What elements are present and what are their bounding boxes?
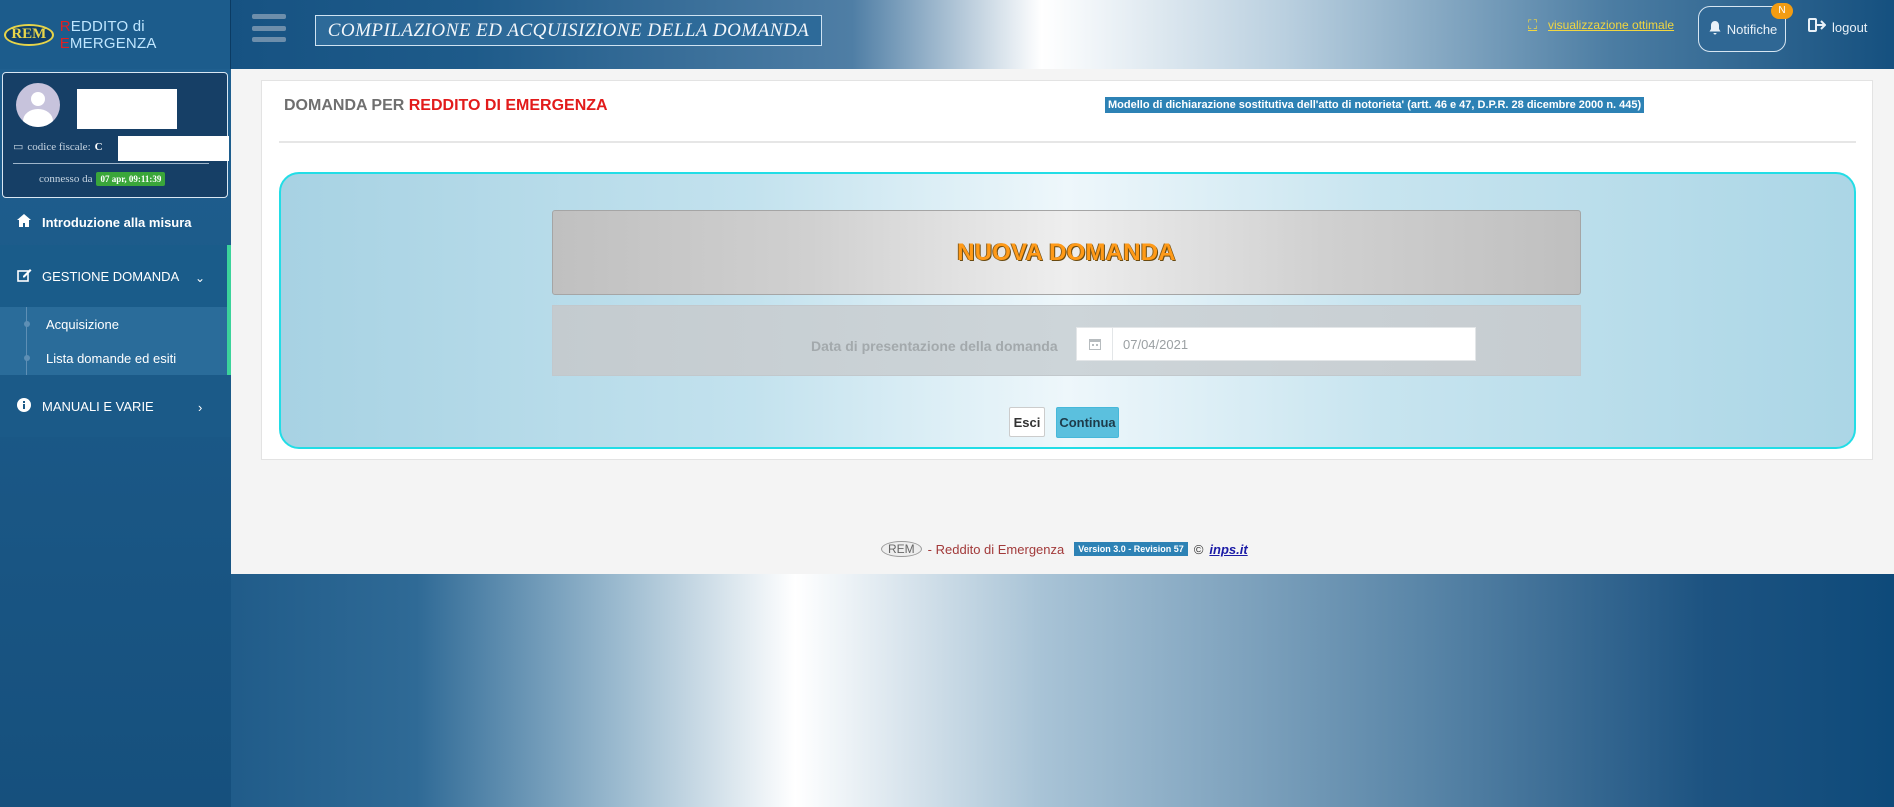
logout-icon <box>1808 17 1827 38</box>
continua-button[interactable]: Continua <box>1056 407 1119 438</box>
data-presentazione-field[interactable]: 07/04/2021 <box>1076 327 1476 361</box>
data-presentazione-label: Data di presentazione della domanda <box>811 338 1058 354</box>
brand-title: REDDITO di EMERGENZA <box>59 17 157 52</box>
brand[interactable]: REM REDDITO di EMERGENZA <box>0 0 231 69</box>
sidebar-item-manuali[interactable]: MANUALI E VARIE › <box>0 375 231 437</box>
sidebar-item-acquisizione[interactable]: Acquisizione <box>0 307 227 341</box>
footer-app-name: - Reddito di Emergenza <box>927 541 1065 557</box>
connected-since-row: connesso da 07 apr, 09:11:39 <box>39 172 166 186</box>
codice-fiscale-row: ▭ codice fiscale: C <box>13 140 103 154</box>
version-badge: Version 3.0 - Revision 57 <box>1074 542 1188 556</box>
info-icon <box>16 397 32 415</box>
user-name-redacted <box>77 89 177 129</box>
nuova-domanda-wizard: NUOVA DOMANDA Data di presentazione dell… <box>279 172 1856 449</box>
chevron-down-icon: ⌄ <box>195 271 206 285</box>
sidebar-item-introduzione[interactable]: Introduzione alla misura <box>0 199 231 245</box>
sidebar-item-gestione-domanda[interactable]: GESTIONE DOMANDA ⌄ <box>0 245 231 307</box>
avatar <box>16 83 60 127</box>
rem-logo: REM <box>4 23 54 46</box>
edit-icon <box>16 268 32 285</box>
chevron-right-icon: › <box>198 400 203 415</box>
domanda-title: DOMANDA PER REDDITO DI EMERGENZA <box>284 97 608 114</box>
user-info-box: ▭ codice fiscale: C connesso da 07 apr, … <box>2 72 229 198</box>
esci-button[interactable]: Esci <box>1009 407 1045 437</box>
domanda-panel: DOMANDA PER REDDITO DI EMERGENZA Modello… <box>261 80 1873 460</box>
divider <box>13 163 209 164</box>
page-title: COMPILAZIONE ED ACQUISIZIONE DELLA DOMAN… <box>315 15 822 46</box>
gestione-submenu: Acquisizione Lista domande ed esiti <box>0 307 231 375</box>
modello-badge: Modello di dichiarazione sostitutiva del… <box>1105 97 1645 113</box>
footer: REM - Reddito di Emergenza Version 3.0 -… <box>881 541 1248 557</box>
id-card-icon: ▭ <box>13 141 24 153</box>
inps-link[interactable]: inps.it <box>1209 542 1247 557</box>
hamburger-icon[interactable] <box>252 14 286 42</box>
connected-since-badge: 07 apr, 09:11:39 <box>96 172 166 186</box>
home-icon <box>16 214 32 230</box>
data-presentazione-row: Data di presentazione della domanda 07/0… <box>552 305 1581 376</box>
copyright-symbol: © <box>1193 541 1204 557</box>
top-header: REM REDDITO di EMERGENZA COMPILAZIONE ED… <box>0 0 1894 69</box>
data-presentazione-value: 07/04/2021 <box>1123 336 1189 352</box>
visualizzazione-ottimale-link[interactable]: ⛶ visualizzazione ottimale <box>1528 17 1674 33</box>
sidebar: ▭ codice fiscale: C connesso da 07 apr, … <box>0 69 231 807</box>
codice-fiscale-redacted <box>118 136 229 161</box>
calendar-icon <box>1077 328 1113 360</box>
logout-button[interactable]: logout <box>1808 17 1867 38</box>
nuova-domanda-header: NUOVA DOMANDA <box>552 210 1581 295</box>
main-content: DOMANDA PER REDDITO DI EMERGENZA Modello… <box>231 69 1894 574</box>
footer-rem-logo: REM <box>881 541 922 557</box>
sidebar-item-lista-domande[interactable]: Lista domande ed esiti <box>0 341 227 375</box>
bell-icon <box>1707 20 1723 39</box>
binoculars-icon: ⛶ <box>1528 17 1538 32</box>
notifications-badge: N <box>1771 3 1793 19</box>
divider <box>279 141 1856 143</box>
nuova-domanda-title: NUOVA DOMANDA <box>957 238 1176 266</box>
